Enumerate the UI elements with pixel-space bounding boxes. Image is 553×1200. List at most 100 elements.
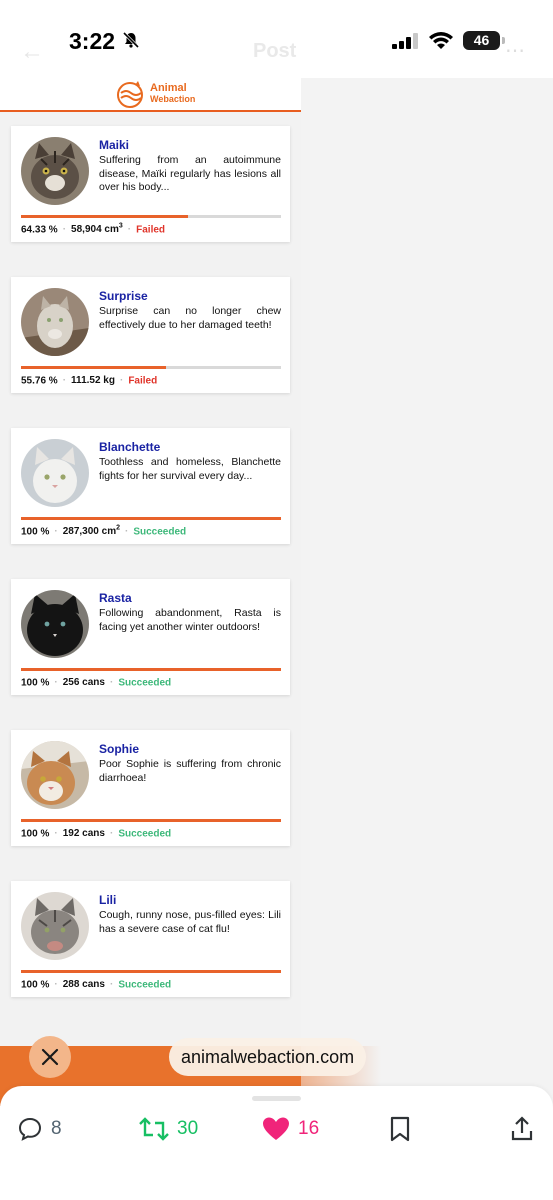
share-button[interactable] <box>510 1116 534 1142</box>
post-title: Post <box>253 40 297 62</box>
separator-dot: · <box>109 828 114 840</box>
separator-dot: · <box>127 224 132 236</box>
separator-dot: · <box>54 677 58 689</box>
amount-collected: 287,300 cm2 <box>62 525 120 538</box>
card-stats: 100 % · 287,300 cm2 · Succeeded <box>21 525 186 537</box>
campaign-card[interactable]: Maiki Suffering from an autoimmune disea… <box>11 126 290 242</box>
separator-dot: · <box>119 375 124 387</box>
campaign-card[interactable]: Blanchette Toothless and homeless, Blanc… <box>11 428 290 544</box>
status-badge: Failed <box>128 375 158 387</box>
drag-handle[interactable] <box>252 1096 301 1101</box>
percent-funded: 100 % <box>21 828 50 840</box>
repost-count: 30 <box>177 1118 199 1139</box>
progress-bar <box>21 819 281 822</box>
card-description: Toothless and homeless, Blanchette fight… <box>99 456 281 482</box>
card-name[interactable]: Sophie <box>99 742 139 756</box>
card-name[interactable]: Lili <box>99 893 116 907</box>
percent-funded: 64.33 % <box>21 224 58 236</box>
campaign-card[interactable]: Lili Cough, runny nose, pus-filled eyes:… <box>11 881 290 997</box>
cat-photo-rasta <box>21 590 89 658</box>
bell-slash-icon <box>122 31 140 49</box>
card-stats: 64.33 % · 58,904 cm3 · Failed <box>21 223 165 235</box>
status-badge: Succeeded <box>133 526 187 538</box>
cellular-signal-icon <box>392 33 418 49</box>
separator-dot: · <box>54 828 58 840</box>
amount-collected: 58,904 cm3 <box>71 223 123 236</box>
like-button[interactable]: 16 <box>262 1116 319 1142</box>
progress-fill <box>21 366 166 369</box>
more-icon[interactable]: ⋯ <box>505 38 525 63</box>
percent-funded: 100 % <box>21 677 50 689</box>
card-stats: 55.76 % · 111.52 kg · Failed <box>21 374 157 386</box>
campaign-card[interactable]: Surprise Surprise can no longer chew eff… <box>11 277 290 393</box>
percent-funded: 100 % <box>21 526 50 538</box>
status-badge: Succeeded <box>118 677 172 689</box>
like-count: 16 <box>298 1118 320 1139</box>
amount-collected: 288 cans <box>62 979 105 991</box>
card-stats: 100 % · 192 cans · Succeeded <box>21 827 171 839</box>
campaign-card[interactable]: Rasta Following abandonment, Rasta is fa… <box>11 579 290 695</box>
card-name[interactable]: Rasta <box>99 591 132 605</box>
action-bar: 8 30 16 <box>0 1086 553 1200</box>
progress-bar <box>21 215 281 218</box>
progress-fill <box>21 970 281 973</box>
percent-funded: 55.76 % <box>21 375 58 387</box>
close-button[interactable] <box>29 1036 71 1078</box>
card-description: Cough, runny nose, pus-filled eyes: Lili… <box>99 909 281 935</box>
progress-bar <box>21 517 281 520</box>
link-card-url[interactable]: animalwebaction.com <box>169 1038 367 1076</box>
amount-collected: 192 cans <box>62 828 105 840</box>
card-name[interactable]: Surprise <box>99 289 148 303</box>
progress-fill <box>21 215 189 218</box>
close-icon <box>41 1048 59 1066</box>
status-badge: Succeeded <box>118 979 172 991</box>
cat-photo-sophie <box>21 741 89 809</box>
card-description: Following abandonment, Rasta is facing y… <box>99 607 281 633</box>
reply-count: 8 <box>51 1118 62 1139</box>
progress-fill <box>21 819 281 822</box>
embedded-page[interactable]: Animal Webaction Maiki Suffering from an… <box>0 78 301 1046</box>
campaign-card[interactable]: Sophie Poor Sophie is suffering from chr… <box>11 730 290 846</box>
status-badge: Failed <box>136 224 166 236</box>
status-badge: Succeeded <box>118 828 172 840</box>
cat-photo-surprise <box>21 288 89 356</box>
card-name[interactable]: Blanchette <box>99 440 160 454</box>
bookmark-icon <box>390 1116 410 1142</box>
separator-dot: · <box>54 526 58 538</box>
card-description: Poor Sophie is suffering from chronic di… <box>99 758 281 784</box>
separator-dot: · <box>109 677 114 689</box>
status-time: 3:22 <box>69 28 116 54</box>
reply-button[interactable]: 8 <box>17 1116 62 1142</box>
card-stats: 100 % · 256 cans · Succeeded <box>21 676 171 688</box>
amount-collected: 111.52 kg <box>71 375 115 387</box>
status-bar: ← Post ⋯ 3:22 46 <box>0 0 553 78</box>
separator-dot: · <box>62 375 67 387</box>
site-logo-text: Animal Webaction <box>150 83 195 105</box>
heart-icon <box>263 1117 289 1140</box>
cat-photo-maiki <box>21 137 89 205</box>
reply-icon <box>18 1117 42 1141</box>
progress-fill <box>21 517 281 520</box>
repost-icon <box>139 1117 169 1141</box>
separator-dot: · <box>109 979 114 991</box>
repost-button[interactable]: 30 <box>139 1116 198 1142</box>
amount-collected: 256 cans <box>62 677 105 689</box>
progress-bar <box>21 668 281 671</box>
bookmark-button[interactable] <box>388 1116 412 1142</box>
logo-line2: Webaction <box>150 94 196 104</box>
separator-dot: · <box>54 979 58 991</box>
battery-icon: 46 <box>463 31 500 50</box>
site-header: Animal Webaction <box>0 78 301 112</box>
separator-dot: · <box>62 224 67 236</box>
progress-fill <box>21 668 281 671</box>
battery-tip <box>502 37 505 44</box>
back-icon[interactable]: ← <box>20 38 44 66</box>
wifi-icon <box>429 32 453 49</box>
logo-line1: Animal <box>150 82 187 94</box>
card-name[interactable]: Maiki <box>99 138 129 152</box>
cat-photo-blanchette <box>21 439 89 507</box>
animal-webaction-logo-icon <box>117 81 143 108</box>
progress-bar <box>21 970 281 973</box>
separator-dot: · <box>125 526 129 538</box>
share-icon <box>511 1116 533 1141</box>
